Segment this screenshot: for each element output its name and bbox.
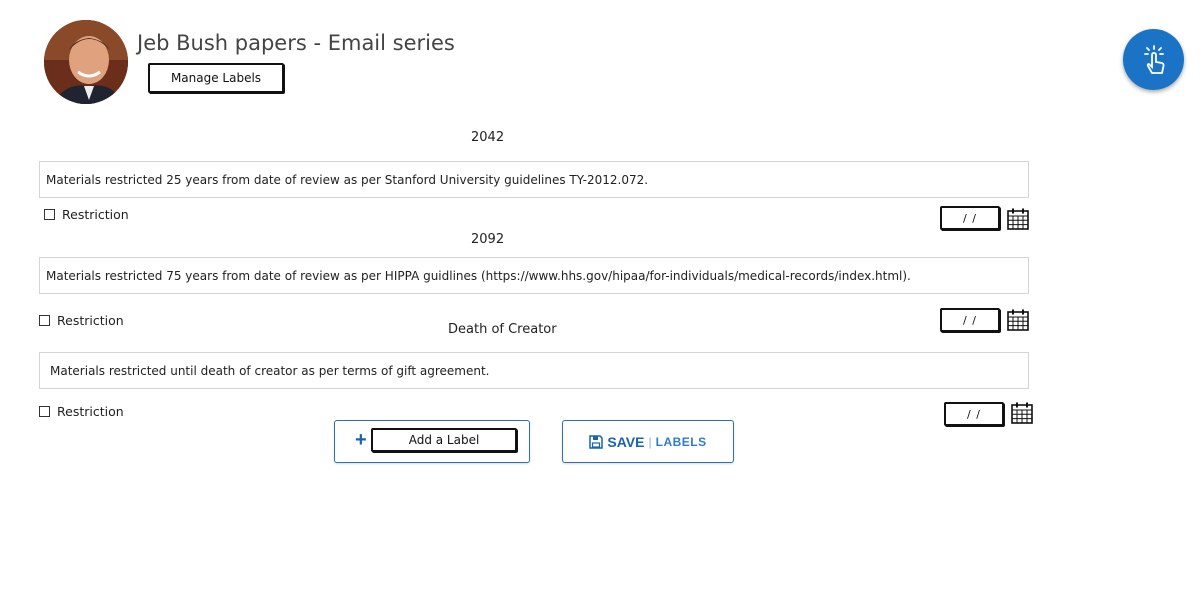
restriction-text: Materials restricted 75 years from date … (46, 268, 911, 283)
plus-icon: + (355, 429, 367, 451)
restriction-text-field[interactable]: Materials restricted 25 years from date … (39, 161, 1029, 198)
restriction-text: Materials restricted 25 years from date … (46, 172, 649, 187)
restriction-checkbox[interactable] (44, 209, 55, 220)
calendar-icon[interactable] (1007, 309, 1029, 331)
profile-photo (44, 20, 128, 104)
entry-year: Death of Creator (448, 322, 557, 337)
add-label-text: Add a Label (371, 428, 517, 452)
entry-year: 2092 (471, 232, 505, 247)
manage-labels-button[interactable]: Manage Labels (148, 63, 284, 93)
restriction-checkbox-label: Restriction (57, 313, 124, 328)
save-labels-button[interactable]: SAVE | LABELS (562, 420, 734, 463)
page-title: Jeb Bush papers - Email series (137, 31, 455, 55)
entry-year: 2042 (471, 130, 505, 145)
restriction-checkbox-row[interactable]: Restriction (39, 313, 124, 328)
restriction-checkbox-label: Restriction (57, 404, 124, 419)
restriction-text-field[interactable]: Materials restricted 75 years from date … (39, 257, 1029, 294)
gesture-fab-button[interactable] (1123, 29, 1184, 90)
save-separator: | (648, 434, 652, 449)
date-input[interactable]: / / (940, 308, 1000, 332)
date-input[interactable]: / / (944, 402, 1004, 426)
restriction-checkbox-row[interactable]: Restriction (39, 404, 124, 419)
avatar (44, 20, 128, 104)
restriction-text: Materials restricted until death of crea… (50, 363, 490, 378)
restriction-checkbox[interactable] (39, 315, 50, 326)
restriction-checkbox-row[interactable]: Restriction (44, 207, 129, 222)
restriction-checkbox[interactable] (39, 406, 50, 417)
floppy-disk-icon (589, 434, 604, 449)
save-suffix: LABELS (655, 434, 707, 449)
restriction-text-field[interactable]: Materials restricted until death of crea… (39, 352, 1029, 389)
save-label: SAVE (607, 433, 645, 450)
restriction-checkbox-label: Restriction (62, 207, 129, 222)
tap-gesture-icon (1143, 44, 1164, 74)
calendar-icon[interactable] (1007, 208, 1029, 230)
calendar-icon[interactable] (1011, 402, 1033, 424)
date-input[interactable]: / / (940, 206, 1000, 230)
add-label-button[interactable]: + Add a Label (334, 420, 530, 463)
